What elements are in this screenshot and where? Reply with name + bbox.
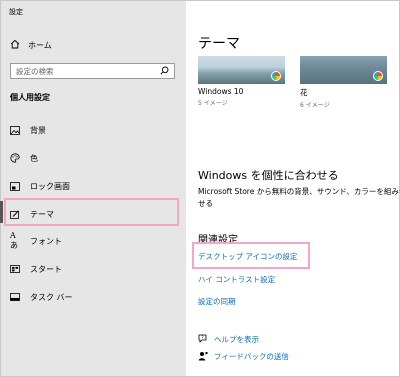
sidebar-item-label: フォント [30,236,62,246]
sidebar-item-font[interactable]: Aあ フォント [10,231,62,250]
description-line-2: せる [198,199,213,208]
get-help-link[interactable]: ? ヘルプを表示 [198,333,259,345]
font-icon: Aあ [10,231,18,250]
color-wheel-icon [271,71,281,81]
sidebar-item-taskbar[interactable]: タスク バー [10,290,73,304]
sidebar: 設定 ホーム 個人用設定 背景 色 ロック画面 テーマ [1,1,186,376]
search-icon[interactable] [160,66,169,77]
theme-card-flowers[interactable]: 花 6 イメージ [300,56,387,109]
personalize-heading: Windows を個性に合わせる [198,169,339,182]
color-wheel-icon [373,71,383,81]
sidebar-item-background[interactable]: 背景 [10,123,46,137]
theme-thumbnail [198,56,285,84]
personalize-description: Microsoft Store から無料の背景、サウンド、カラーを組み合 せる [198,186,400,210]
image-icon [10,125,20,135]
get-help-label: ヘルプを表示 [214,334,259,344]
sidebar-item-start[interactable]: スタート [10,262,62,276]
sidebar-item-label: スタート [30,264,62,274]
search-input[interactable] [16,66,146,76]
theme-name: Windows 10 [198,87,244,96]
sidebar-item-label: 色 [30,153,38,163]
sync-settings-link[interactable]: 設定の同期 [198,296,236,307]
sidebar-item-label: 背景 [30,125,46,135]
theme-count: 6 イメージ [300,102,330,109]
theme-thumbnail [300,56,387,84]
section-heading: 個人用設定 [10,93,50,102]
feedback-person-icon [198,351,208,361]
high-contrast-link[interactable]: ハイ コントラスト設定 [198,274,275,285]
sidebar-item-color[interactable]: 色 [10,151,38,165]
theme-count: 5 イメージ [198,100,228,107]
highlight-annotation [4,198,179,226]
sidebar-item-lock-screen[interactable]: ロック画面 [10,179,70,193]
taskbar-icon [10,292,20,302]
highlight-annotation [192,242,310,269]
window-title: 設定 [9,8,23,16]
page-title: テーマ [198,36,240,52]
theme-name: 花 [300,88,308,97]
help-chat-icon: ? [198,334,208,344]
svg-text:?: ? [202,335,204,340]
lock-screen-icon [10,181,20,191]
sidebar-item-label: タスク バー [30,292,73,302]
description-line-1: Microsoft Store から無料の背景、サウンド、カラーを組み合 [198,187,400,196]
sidebar-item-home[interactable]: ホーム [10,39,52,51]
selection-indicator [0,201,3,223]
theme-card-windows10[interactable]: Windows 10 5 イメージ [198,56,285,107]
main-pane: テーマ Windows 10 5 イメージ 花 6 イメージ Windows を… [186,1,400,376]
feedback-label: フィードバックの送信 [214,351,289,361]
search-box[interactable] [10,63,175,79]
start-icon [10,264,20,274]
home-label: ホーム [28,40,52,50]
feedback-link[interactable]: フィードバックの送信 [198,350,289,362]
home-icon [10,39,20,51]
palette-icon [10,153,20,163]
sidebar-item-label: ロック画面 [30,181,70,191]
